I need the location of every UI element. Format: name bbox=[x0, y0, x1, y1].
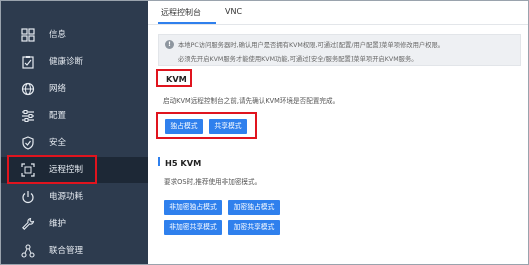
notice-box: ! 本地PC访问服务器时,确认用户是否拥有KVM权限,可通过[配置/用户配置]菜… bbox=[158, 34, 521, 66]
kvm-description: 启动KVM远程控制台之前,请先确认KVM环境是否配置完成。 bbox=[163, 97, 340, 105]
sidebar-item-power[interactable]: 电源功耗 bbox=[1, 184, 148, 210]
sidebar-item-label: 信息 bbox=[49, 30, 67, 40]
highlight-box-kvm-buttons bbox=[156, 112, 257, 139]
sidebar-item-maintenance[interactable]: 维护 bbox=[1, 211, 148, 237]
sidebar-item-network[interactable]: 网络 bbox=[1, 76, 148, 102]
sidebar-item-label: 网络 bbox=[49, 84, 67, 94]
network-nodes-icon bbox=[21, 244, 35, 258]
sidebar-item-label: 配置 bbox=[49, 111, 67, 121]
globe-icon bbox=[21, 82, 35, 96]
sidebar-item-federation[interactable]: 联合管理 bbox=[1, 238, 148, 264]
section-marker bbox=[158, 157, 160, 166]
sidebar-item-health[interactable]: 健康诊断 bbox=[1, 49, 148, 75]
sidebar-item-security[interactable]: 安全 bbox=[1, 130, 148, 156]
wrench-icon bbox=[22, 217, 35, 230]
sidebar-item-config[interactable]: 配置 bbox=[1, 103, 148, 129]
sidebar-item-label: 维护 bbox=[49, 219, 67, 229]
tab-remote-console[interactable]: 远程控制台 bbox=[161, 7, 201, 18]
sidebar-item-label: 电源功耗 bbox=[49, 192, 84, 202]
unencrypted-shared-button[interactable]: 非加密共享模式 bbox=[164, 220, 222, 235]
unencrypted-exclusive-button[interactable]: 非加密独占模式 bbox=[164, 200, 222, 215]
sidebar-item-label: 健康诊断 bbox=[49, 57, 84, 67]
encrypted-exclusive-button[interactable]: 加密独占模式 bbox=[228, 200, 280, 215]
notice-line-1: 本地PC访问服务器时,确认用户是否拥有KVM权限,可通过[配置/用户配置]菜单项… bbox=[178, 42, 445, 49]
info-icon: ! bbox=[165, 40, 174, 49]
sidebar-item-info[interactable]: 信息 bbox=[1, 22, 148, 48]
sidebar-item-label: 安全 bbox=[49, 138, 67, 148]
notice-line-2: 必须先开启KVM服务才能使用KVM功能,可通过[安全/服务配置]菜单项开启KVM… bbox=[178, 56, 418, 63]
tab-vnc[interactable]: VNC bbox=[225, 7, 242, 16]
h5-kvm-description: 要求OS时,推荐使用非加密模式。 bbox=[164, 178, 262, 186]
sliders-icon bbox=[22, 110, 34, 122]
grid-icon bbox=[21, 28, 35, 42]
highlight-box-kvm-title bbox=[156, 69, 192, 87]
h5-kvm-title: H5 KVM bbox=[165, 158, 202, 168]
clipboard-icon bbox=[22, 56, 34, 69]
active-tab-indicator bbox=[158, 22, 216, 24]
shield-icon bbox=[22, 136, 34, 150]
highlight-box-remote-control bbox=[7, 155, 97, 184]
sidebar: 信息 健康诊断 网络 配置 安全 远程控制 电源功耗 维护 联合管理 bbox=[1, 1, 148, 264]
sidebar-item-label: 联合管理 bbox=[49, 246, 84, 256]
power-icon bbox=[22, 191, 34, 204]
tab-bar: 远程控制台 VNC bbox=[148, 1, 528, 25]
encrypted-shared-button[interactable]: 加密共享模式 bbox=[228, 220, 280, 235]
